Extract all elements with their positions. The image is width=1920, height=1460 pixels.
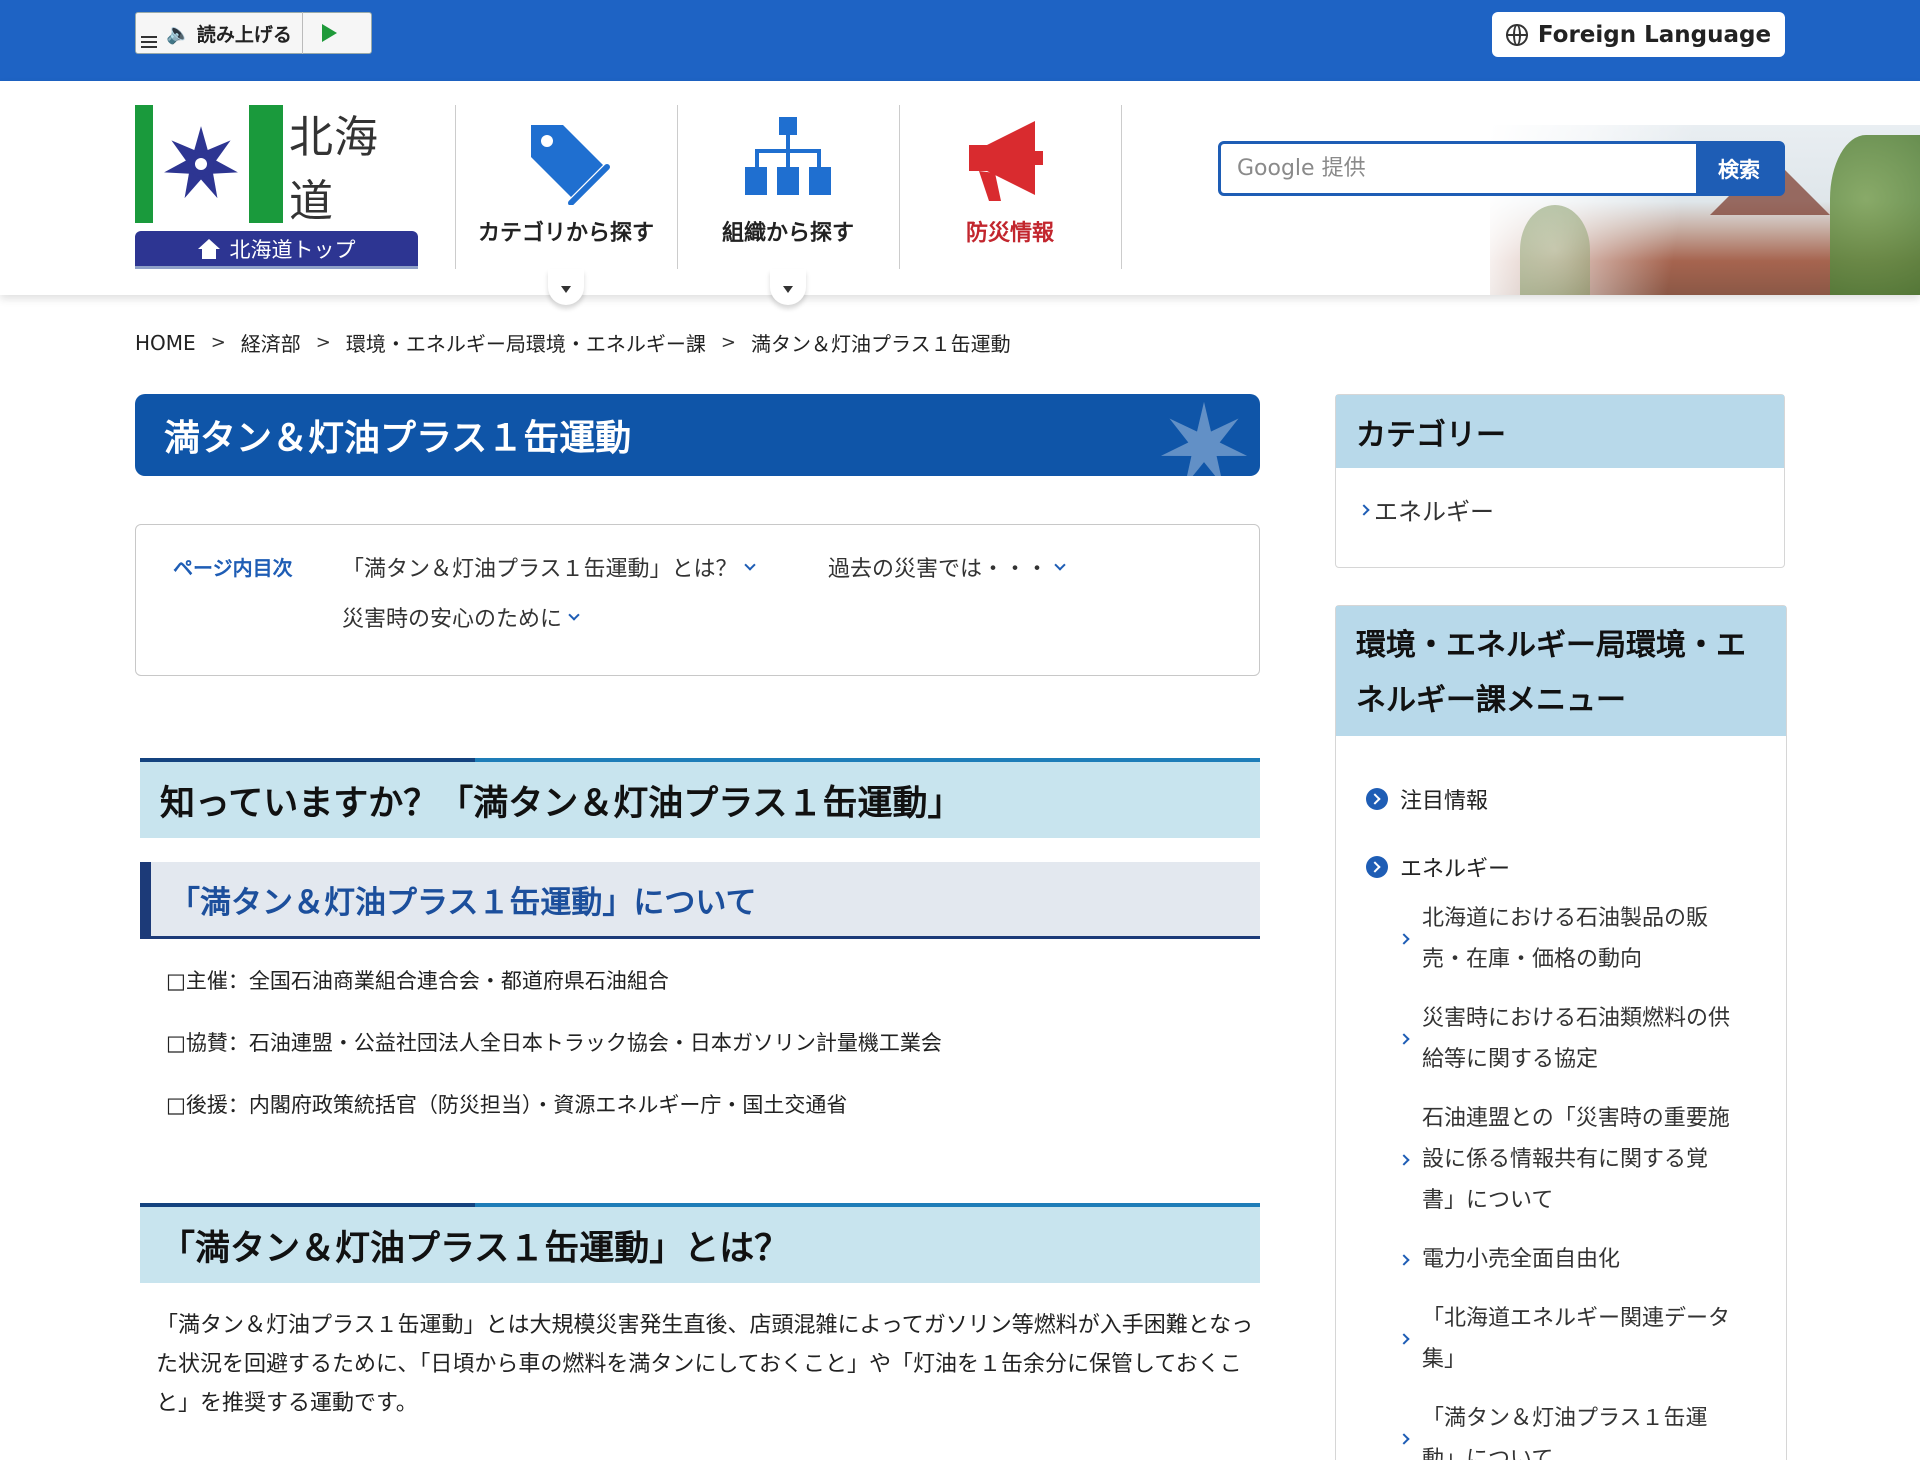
chevron-down-icon [561, 285, 571, 293]
menu-label: 「満タン＆灯油プラス１缶運動」について [1422, 1406, 1708, 1460]
chevron-right-icon [1398, 1333, 1410, 1345]
breadcrumb-current: 満タン＆灯油プラス１缶運動 [750, 332, 1011, 356]
sidebar-menu-oil-trends[interactable]: 北海道における石油製品の販売・在庫・価格の動向 [1398, 898, 1740, 980]
sidebar-menu-heading: 環境・エネルギー局環境・エネルギー課メニュー [1336, 606, 1786, 736]
sidebar-menu-energy[interactable]: エネルギー [1366, 851, 1510, 883]
chevron-right-icon [1398, 1033, 1410, 1045]
readspeaker-label: 読み上げる [196, 23, 292, 46]
sidebar-category-heading: カテゴリー [1336, 395, 1784, 468]
breadcrumb-home[interactable]: HOME [135, 331, 196, 355]
chevron-right-icon: > [210, 332, 226, 353]
chevron-down-icon [783, 285, 793, 293]
chevron-right-icon [1398, 1433, 1410, 1445]
menu-label: エネルギー [1400, 857, 1511, 882]
toc-link-label: 災害時の安心のために [342, 607, 563, 632]
breadcrumb: HOME > 経済部 > 環境・エネルギー局環境・エネルギー課 > 満タン＆灯油… [135, 328, 1011, 357]
toc-link-label: 「満タン＆灯油プラス１缶運動」とは？ [342, 557, 738, 582]
readspeaker-menu-icon[interactable] [136, 12, 162, 54]
sidebar-menu-energy-data[interactable]: 「北海道エネルギー関連データ集」 [1398, 1298, 1740, 1380]
menu-label: 電力小売全面自由化 [1422, 1247, 1621, 1272]
nav-category-label: カテゴリから探す [477, 221, 654, 246]
hokkaido-top-label: 北海道トップ [229, 237, 356, 262]
tag-icon [531, 125, 610, 205]
search-input[interactable] [1221, 144, 1696, 193]
top-bar: 🔈 読み上げる Foreign Language [0, 0, 1920, 81]
toc-heading: ページ内目次 [173, 556, 293, 580]
sidebar-menu-featured[interactable]: 注目情報 [1366, 783, 1488, 815]
foreign-language-button[interactable]: Foreign Language [1492, 12, 1785, 57]
toc-link-peace-of-mind[interactable]: 災害時の安心のために [342, 601, 580, 633]
chevron-down-icon [743, 558, 756, 571]
menu-label: 災害時における石油類燃料の供給等に関する協定 [1422, 1006, 1731, 1072]
chevron-circle-icon [1366, 788, 1388, 810]
chevron-right-icon: > [315, 332, 331, 353]
chevron-down-icon [1054, 558, 1066, 571]
logo-flag-stripe [249, 105, 283, 223]
nav-disaster-label: 防災情報 [965, 221, 1054, 246]
search-button[interactable]: 検索 [1696, 144, 1782, 193]
megaphone-icon [969, 121, 1043, 201]
menu-label: 注目情報 [1400, 789, 1489, 814]
logo-flag-stripe [135, 105, 153, 223]
toc-link-label: 過去の災害では・・・ [828, 557, 1049, 582]
logo-name: 北海道 [289, 112, 379, 227]
organizer-text: □主催：全国石油商業組合連合会・都道府県石油組合 [166, 969, 669, 993]
sponsor-text: □協賛：石油連盟・公益社団法人全日本トラック協会・日本ガソリン計量機工業会 [166, 1031, 942, 1055]
section-heading: 知っていますか？「満タン＆灯油プラス１缶運動」 [140, 758, 1260, 838]
readspeaker-widget: 🔈 読み上げる [135, 12, 372, 54]
chevron-right-icon: > [720, 332, 736, 353]
chevron-right-icon [1398, 1153, 1410, 1166]
breadcrumb-energy-division[interactable]: 環境・エネルギー局環境・エネルギー課 [346, 328, 706, 357]
sidebar-menu-liberalization[interactable]: 電力小売全面自由化 [1398, 1239, 1740, 1280]
nav-category-toggle[interactable] [548, 269, 584, 305]
nav-disaster[interactable]: 防災情報 [900, 105, 1120, 269]
body-paragraph: 「満タン＆灯油プラス１缶運動」とは大規模災害発生直後、店頭混雑によってガソリン等… [156, 1313, 1254, 1416]
seven-point-star-icon [153, 105, 249, 223]
sidebar-menu-mantan-campaign[interactable]: 「満タン＆灯油プラス１缶運動」について [1398, 1398, 1740, 1460]
breadcrumb-economy[interactable]: 経済部 [241, 328, 301, 357]
menu-label: 石油連盟との「災害時の重要施設に係る情報共有に関する覚書」について [1422, 1106, 1730, 1213]
subsection-heading: 「満タン＆灯油プラス１缶運動」について [140, 862, 1260, 939]
menu-label: 「北海道エネルギー関連データ集」 [1422, 1306, 1731, 1372]
section-heading-what-is: 「満タン＆灯油プラス１缶運動」とは？ [140, 1203, 1260, 1283]
nav-organization[interactable]: 組織から探す [678, 105, 898, 305]
chevron-right-icon [1358, 503, 1370, 516]
chevron-down-icon [568, 608, 580, 621]
nav-organization-toggle[interactable] [770, 269, 806, 305]
sidebar-menu-supply-agreement[interactable]: 災害時における石油類燃料の供給等に関する協定 [1398, 998, 1740, 1080]
supporter-text: □後援：内閣府政策統括官（防災担当）・資源エネルギー庁・国土交通省 [166, 1093, 848, 1117]
speaker-icon: 🔈 [166, 21, 191, 45]
chevron-circle-icon [1366, 856, 1388, 878]
nav-organization-label: 組織から探す [721, 221, 854, 246]
nav-divider [1121, 105, 1122, 269]
page-title-bar: 満タン＆灯油プラス１缶運動 [135, 394, 1260, 476]
seven-point-star-icon [1160, 401, 1248, 476]
readspeaker-button[interactable]: 🔈 読み上げる [162, 12, 303, 54]
sidebar-category-label: エネルギー [1374, 498, 1494, 526]
page-toc: ページ内目次 「満タン＆灯油プラス１缶運動」とは？ 過去の災害では・・・ 災害時… [135, 524, 1260, 676]
hokkaido-logo[interactable]: 北海道 [135, 105, 419, 227]
play-icon[interactable] [303, 12, 357, 54]
globe-icon [1505, 23, 1528, 46]
nav-category[interactable]: カテゴリから探す [456, 105, 676, 305]
page-title: 満タン＆灯油プラス１缶運動 [164, 418, 632, 459]
chevron-right-icon [1398, 1253, 1410, 1266]
hokkaido-top-button[interactable]: 北海道トップ [135, 231, 418, 269]
sidebar-menu-memorandum[interactable]: 石油連盟との「災害時の重要施設に係る情報共有に関する覚書」について [1398, 1098, 1740, 1221]
home-icon [197, 238, 220, 259]
foreign-language-label: Foreign Language [1537, 21, 1772, 48]
sidebar-category-item[interactable]: エネルギー [1358, 492, 1494, 527]
menu-label: 北海道における石油製品の販売・在庫・価格の動向 [1422, 906, 1709, 972]
search-box: 検索 [1218, 141, 1785, 196]
org-chart-icon [745, 117, 831, 195]
toc-link-what-is[interactable]: 「満タン＆灯油プラス１缶運動」とは？ [342, 551, 756, 583]
chevron-right-icon [1398, 933, 1410, 945]
sidebar-menu-box: 環境・エネルギー局環境・エネルギー課メニュー 注目情報 エネルギー 北海道におけ… [1335, 605, 1787, 1460]
toc-link-past-disasters[interactable]: 過去の災害では・・・ [828, 551, 1066, 583]
sidebar-category-box: カテゴリー エネルギー [1335, 394, 1785, 568]
